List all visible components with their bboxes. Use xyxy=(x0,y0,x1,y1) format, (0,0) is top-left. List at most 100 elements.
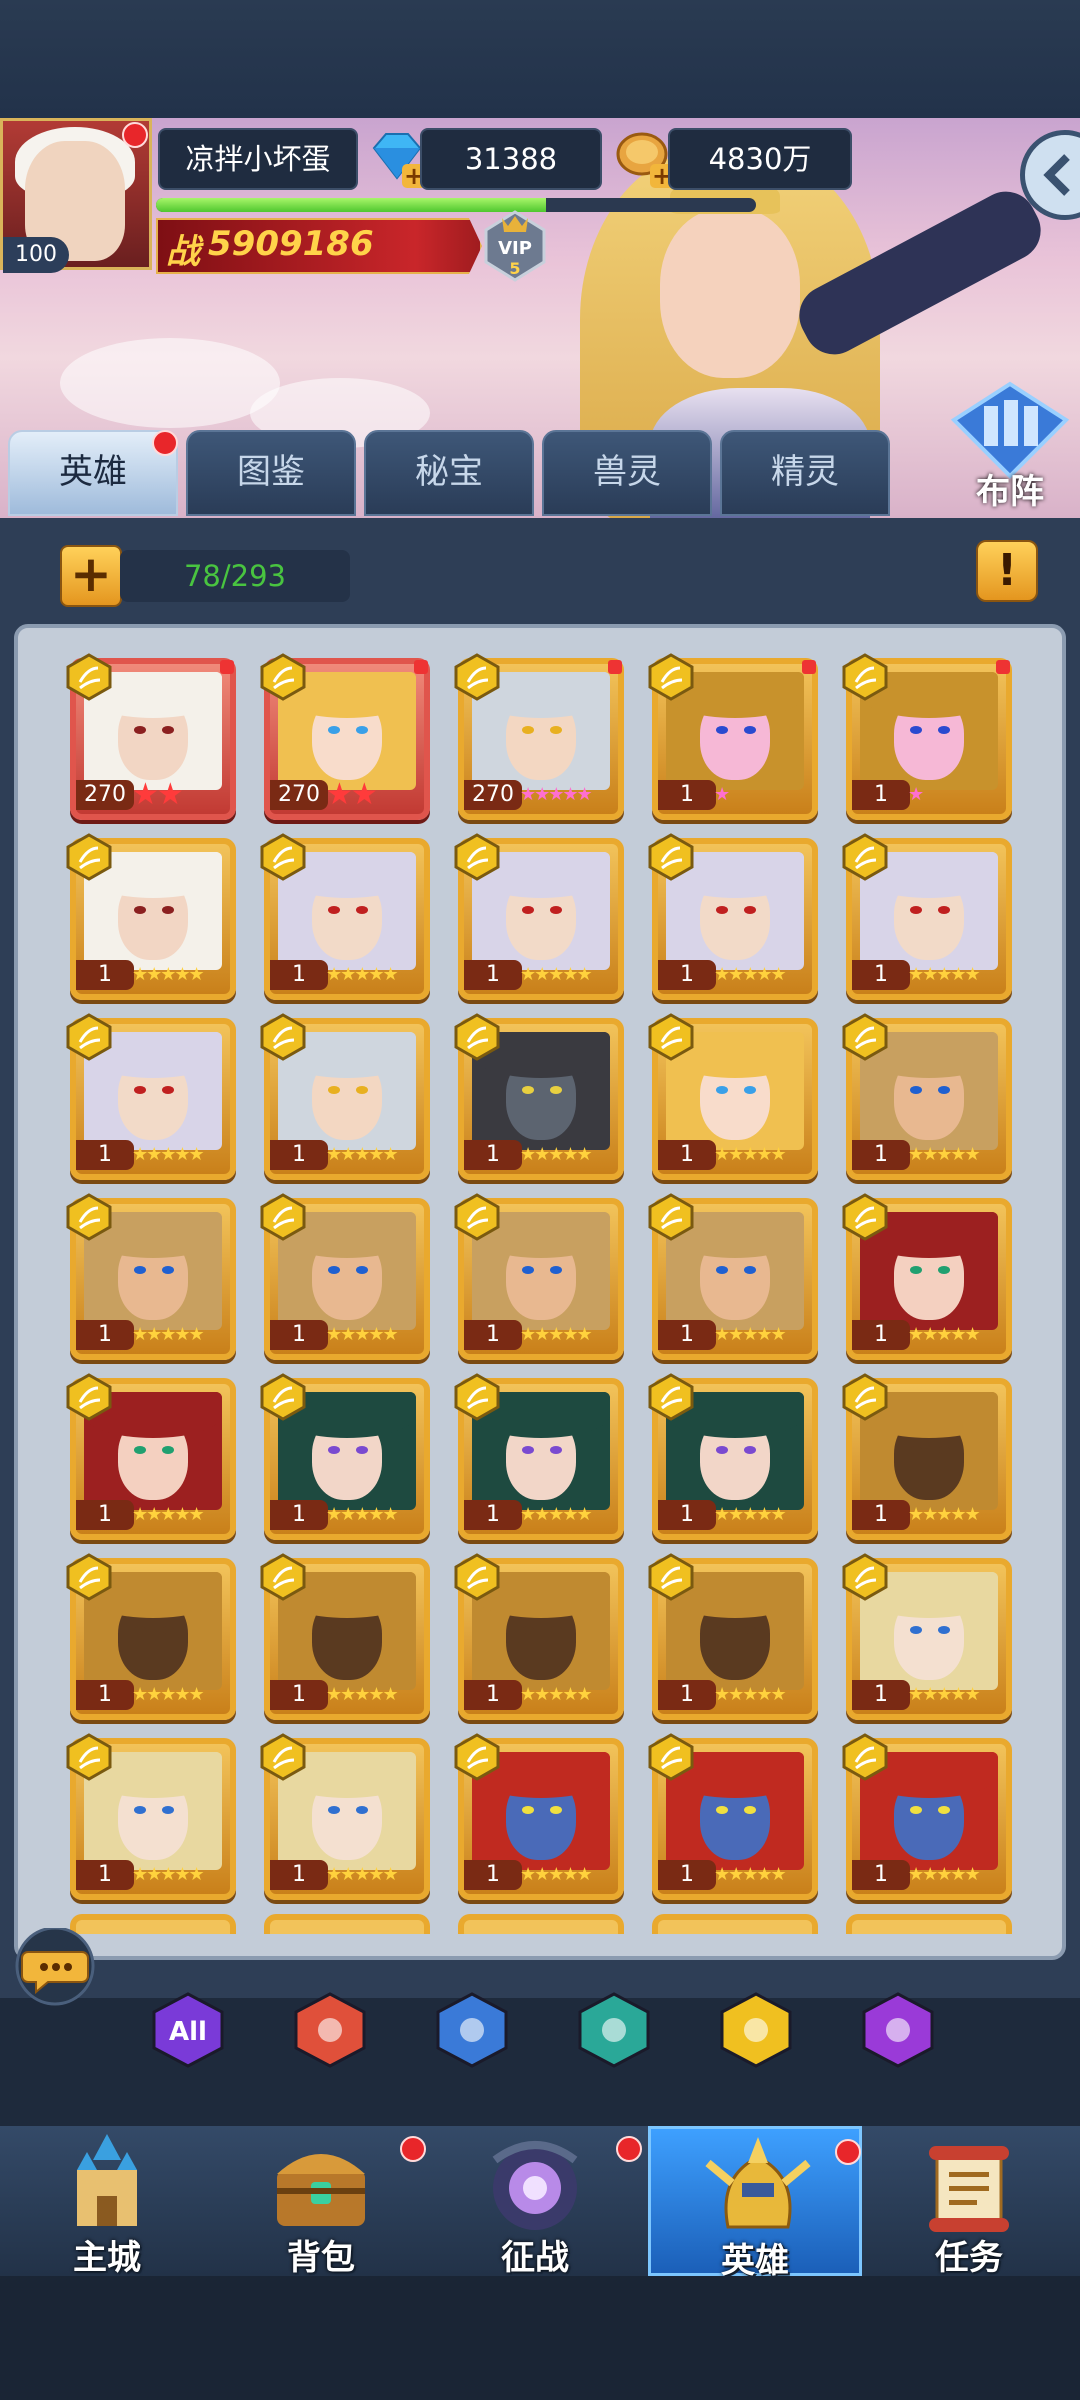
hero-card[interactable]: 1 ★★★★★ xyxy=(842,1553,1012,1720)
hero-level: 1 xyxy=(270,1320,328,1350)
tab-encyclopedia[interactable]: 图鉴 xyxy=(186,430,356,516)
hero-card[interactable]: 1 ★★★★★ xyxy=(260,1553,430,1720)
hero-card[interactable]: 1 ★★★★★ xyxy=(648,1553,818,1720)
hero-level: 1 xyxy=(658,1140,716,1170)
formation-button[interactable]: 布阵 xyxy=(948,380,1072,512)
chat-bubble-icon xyxy=(15,1926,95,2006)
hero-level: 1 xyxy=(658,1860,716,1890)
hero-card[interactable]: 1 ★★★★★ xyxy=(648,1733,818,1900)
hero-card[interactable]: 1 ★★★★★ xyxy=(648,1013,818,1180)
hero-card[interactable]: 1 ★★★★★ xyxy=(842,1013,1012,1180)
vip-badge[interactable]: VIP 5 xyxy=(482,208,548,284)
hero-level: 1 xyxy=(852,780,910,810)
nav-heroes[interactable]: 英雄 xyxy=(648,2126,862,2281)
light-faction-icon xyxy=(648,1553,694,1601)
hero-card[interactable]: 1 ★★★★★ xyxy=(260,1733,430,1900)
hero-level: 1 xyxy=(76,1500,134,1530)
exclamation-icon: ! xyxy=(996,545,1018,596)
filter-dark[interactable] xyxy=(574,1990,654,2070)
power-label: 战 xyxy=(166,232,200,272)
avatar-notification-dot xyxy=(122,122,148,148)
gold-count: 4830万 xyxy=(668,128,852,190)
hero-card[interactable]: 1 ★★★★★ xyxy=(66,1013,236,1180)
hero-card[interactable]: 1 ★★★★★ xyxy=(66,1373,236,1540)
hero-level: 1 xyxy=(852,1320,910,1350)
power-value: 5909186 xyxy=(208,224,374,264)
hero-card[interactable]: 270 ★★ xyxy=(66,653,236,820)
light-faction-icon xyxy=(842,1733,888,1781)
tab-elf[interactable]: 精灵 xyxy=(720,430,890,516)
hero-level: 1 xyxy=(76,1860,134,1890)
tab-treasure[interactable]: 秘宝 xyxy=(364,430,534,516)
new-flag xyxy=(220,660,234,674)
nav-backpack[interactable]: 背包 xyxy=(214,2126,428,2278)
hero-level: 1 xyxy=(852,1140,910,1170)
light-faction-icon xyxy=(454,1733,500,1781)
hero-card[interactable]: 1 ★ xyxy=(648,653,818,820)
nav-heroes-notification-dot xyxy=(835,2139,861,2165)
hero-card[interactable]: 1 ★★★★★ xyxy=(66,833,236,1000)
info-button[interactable]: ! xyxy=(976,540,1038,602)
hero-stars: ★★★★★ xyxy=(714,1324,787,1345)
hero-card[interactable]: 1 ★★★★★ xyxy=(648,833,818,1000)
hero-card[interactable]: 1 ★★★★★ xyxy=(66,1733,236,1900)
light-faction-icon xyxy=(260,1733,306,1781)
hero-card[interactable]: 1 ★★★★★ xyxy=(260,1193,430,1360)
hero-stars: ★★★★★ xyxy=(132,1504,205,1525)
hero-card[interactable]: 270 ★★ xyxy=(260,653,430,820)
expand-slots-button[interactable]: + xyxy=(60,545,122,607)
hero-level: 270 xyxy=(76,780,134,810)
hero-level: 1 xyxy=(658,1680,716,1710)
hero-card[interactable]: 1 ★★★★★ xyxy=(260,833,430,1000)
hero-stars: ★★★★★ xyxy=(714,1684,787,1705)
filter-all[interactable]: All xyxy=(148,1990,228,2070)
hero-card[interactable]: 1 ★★★★★ xyxy=(66,1553,236,1720)
hero-stars: ★★★★★ xyxy=(520,1504,593,1525)
hero-card[interactable]: 1 ★★★★★ xyxy=(454,1013,624,1180)
light-faction-icon xyxy=(842,1193,888,1241)
nav-main-city[interactable]: 主城 xyxy=(0,2126,214,2278)
chat-button[interactable] xyxy=(10,1926,100,2008)
hero-card[interactable]: 1 ★★★★★ xyxy=(842,833,1012,1000)
collapse-arrow-button[interactable] xyxy=(1020,130,1080,220)
hero-level: 1 xyxy=(658,1500,716,1530)
light-faction-icon xyxy=(454,1013,500,1061)
hero-card[interactable]: 1 ★★★★★ xyxy=(260,1013,430,1180)
hero-card[interactable]: 1 ★★★★★ xyxy=(454,1373,624,1540)
hero-card[interactable]: 1 ★★★★★ xyxy=(454,1553,624,1720)
hero-card[interactable]: 1 ★★★★★ xyxy=(842,1733,1012,1900)
nav-campaign[interactable]: 征战 xyxy=(428,2126,642,2278)
hero-card[interactable]: 1 ★★★★★ xyxy=(454,1193,624,1360)
filter-light[interactable] xyxy=(716,1990,796,2070)
hero-card[interactable]: 1 ★★★★★ xyxy=(66,1193,236,1360)
hero-level: 1 xyxy=(270,1500,328,1530)
hero-card[interactable]: 1 ★★★★★ xyxy=(260,1373,430,1540)
player-level: 100 xyxy=(3,237,69,273)
light-faction-icon xyxy=(260,1013,306,1061)
hero-card[interactable]: 1 ★★★★★ xyxy=(648,1373,818,1540)
hero-card[interactable]: 1 ★★★★★ xyxy=(648,1193,818,1360)
nav-tasks[interactable]: 任务 xyxy=(862,2126,1076,2278)
nav-campaign-notification-dot xyxy=(616,2136,642,2162)
hero-stars: ★★★★★ xyxy=(326,1864,399,1885)
hero-tabs: 英雄 图鉴 秘宝 兽灵 精灵 xyxy=(0,430,1080,520)
hero-card[interactable]: 270 ★★★★★ xyxy=(454,653,624,820)
hero-stars: ★★★★★ xyxy=(132,1324,205,1345)
exp-progress-bar xyxy=(156,198,756,212)
hero-stars: ★★★★★ xyxy=(520,1144,593,1165)
hero-stars: ★★★★★ xyxy=(908,1864,981,1885)
hero-card[interactable]: 1 ★★★★★ xyxy=(842,1193,1012,1360)
hero-card[interactable]: 1 ★★★★★ xyxy=(454,1733,624,1900)
filter-demon[interactable] xyxy=(858,1990,938,2070)
hero-stars: ★★★★★ xyxy=(908,964,981,985)
hero-stars: ★★★★★ xyxy=(714,1864,787,1885)
hero-level: 1 xyxy=(464,1860,522,1890)
hero-card[interactable]: 1 ★★★★★ xyxy=(842,1373,1012,1540)
filter-fire[interactable] xyxy=(290,1990,370,2070)
light-faction-icon xyxy=(648,1193,694,1241)
hero-stars: ★ xyxy=(714,784,730,805)
hero-card[interactable]: 1 ★★★★★ xyxy=(454,833,624,1000)
tab-beast-spirit[interactable]: 兽灵 xyxy=(542,430,712,516)
filter-water[interactable] xyxy=(432,1990,512,2070)
hero-card[interactable]: 1 ★ xyxy=(842,653,1012,820)
